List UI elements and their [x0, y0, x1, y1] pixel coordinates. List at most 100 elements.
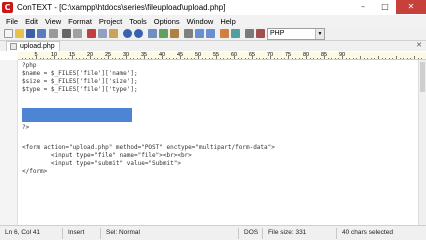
cursor-position: Ln 6, Col 41 — [5, 229, 41, 236]
ruler-tick — [262, 58, 264, 59]
ruler-tick — [385, 58, 387, 59]
ruler-tick — [226, 58, 228, 59]
find-next-icon[interactable] — [159, 29, 168, 38]
ruler-tick — [43, 58, 45, 59]
ruler-tick — [259, 58, 261, 59]
ruler-tick — [277, 58, 279, 59]
ruler-tick — [370, 58, 372, 59]
save-icon[interactable] — [26, 29, 35, 38]
ruler-label: 35 — [140, 52, 148, 58]
code-line-10: <form action="upload.php" method="POST" … — [22, 144, 275, 151]
ruler-label: 10 — [50, 52, 58, 58]
status-bar: Ln 6, Col 41 Insert Sel: Normal DOS File… — [0, 225, 426, 240]
print-preview-icon[interactable] — [73, 29, 82, 38]
column-ruler: 5 10 15 20 25 30 35 40 45 50 55 60 65 70 75 80 85 90 — [18, 52, 426, 60]
ruler-tick — [133, 58, 135, 59]
php-file-icon — [10, 43, 17, 50]
new-file-icon[interactable] — [4, 29, 13, 38]
ruler-tick — [100, 58, 102, 59]
find-icon[interactable] — [148, 29, 157, 38]
app-icon: C — [2, 2, 13, 13]
word-wrap-icon[interactable] — [184, 29, 193, 38]
maximize-button[interactable]: □ — [374, 0, 396, 14]
ruler-tick — [21, 58, 23, 59]
ruler-tick — [410, 58, 412, 59]
chevron-down-icon[interactable]: ▼ — [315, 29, 324, 39]
close-tab-icon[interactable]: ✕ — [416, 41, 422, 51]
menu-tools[interactable]: Tools — [129, 17, 147, 26]
ruler-tick — [273, 58, 275, 59]
vertical-scrollbar[interactable] — [418, 60, 426, 225]
file-size: File size: 331 — [268, 229, 307, 236]
undo-icon[interactable] — [123, 29, 132, 38]
print-icon[interactable] — [62, 29, 71, 38]
ruler-tick — [331, 58, 333, 59]
ruler-tick — [61, 58, 63, 59]
options-icon[interactable] — [245, 29, 254, 38]
unindent-icon[interactable] — [206, 29, 215, 38]
code-editor[interactable]: ?php $name = $_FILES['file']['name']; $s… — [18, 60, 418, 225]
ruler-tick — [244, 58, 246, 59]
run-icon[interactable] — [231, 29, 240, 38]
language-select[interactable]: PHP ▼ — [267, 28, 325, 40]
ruler-label: 90 — [338, 52, 346, 58]
ruler-tick — [403, 58, 405, 59]
menu-edit[interactable]: Edit — [25, 17, 38, 26]
ruler-tick — [115, 58, 117, 59]
menu-view[interactable]: View — [45, 17, 61, 26]
ruler-label: 25 — [104, 52, 112, 58]
text-selection — [22, 108, 132, 122]
close-button[interactable]: ✕ — [396, 0, 426, 14]
ruler-label: 55 — [212, 52, 220, 58]
ruler-tick — [367, 58, 369, 59]
window-controls: – □ ✕ — [352, 0, 426, 15]
ruler-label: 5 — [34, 52, 38, 58]
copy-icon[interactable] — [98, 29, 107, 38]
ruler-tick — [381, 58, 383, 59]
menu-help[interactable]: Help — [220, 17, 235, 26]
ruler-label: 15 — [68, 52, 76, 58]
window-title: ConTEXT - [C:\xampp\htdocs\series\fileup… — [17, 3, 226, 12]
line-ending-format: DOS — [244, 229, 259, 236]
code-line-4: $type = $_FILES['file']['type']; — [22, 86, 138, 93]
bookmark-icon[interactable] — [220, 29, 229, 38]
save-all-icon[interactable] — [37, 29, 46, 38]
ruler-label: 45 — [176, 52, 184, 58]
menu-window[interactable]: Window — [187, 17, 214, 26]
paste-icon[interactable] — [109, 29, 118, 38]
ruler-tick — [374, 58, 376, 59]
toolbar: PHP ▼ — [0, 27, 426, 41]
scrollbar-thumb[interactable] — [420, 62, 425, 92]
indent-icon[interactable] — [195, 29, 204, 38]
close-file-icon[interactable] — [49, 29, 58, 38]
replace-icon[interactable] — [170, 29, 179, 38]
menu-project[interactable]: Project — [99, 17, 122, 26]
ruler-tick — [255, 58, 257, 59]
line-gutter — [0, 60, 18, 225]
ruler-tick — [183, 58, 185, 59]
ruler-tick — [82, 58, 84, 59]
open-folder-icon[interactable] — [15, 29, 24, 38]
cut-icon[interactable] — [87, 29, 96, 38]
ruler-tick — [241, 58, 243, 59]
ruler-tick — [406, 58, 408, 59]
ruler-tick — [345, 58, 347, 59]
ruler-tick — [111, 58, 113, 59]
code-line-1: ?php — [22, 62, 37, 69]
tab-upload-php[interactable]: upload.php — [6, 41, 60, 51]
menu-format[interactable]: Format — [68, 17, 92, 26]
ruler-tick — [187, 58, 189, 59]
minimize-button[interactable]: – — [352, 0, 374, 14]
ruler-tick — [349, 58, 351, 59]
ruler-tick — [280, 58, 282, 59]
ruler-label: 60 — [230, 52, 238, 58]
help-icon[interactable] — [256, 29, 265, 38]
menu-file[interactable]: File — [6, 17, 18, 26]
ruler-label: 30 — [122, 52, 130, 58]
ruler-tick — [388, 58, 390, 59]
ruler-tick — [118, 58, 120, 59]
code-line-12: <input type="submit" value="Submit"> — [22, 160, 181, 167]
menu-options[interactable]: Options — [154, 17, 180, 26]
redo-icon[interactable] — [134, 29, 143, 38]
ruler-tick — [360, 56, 361, 59]
